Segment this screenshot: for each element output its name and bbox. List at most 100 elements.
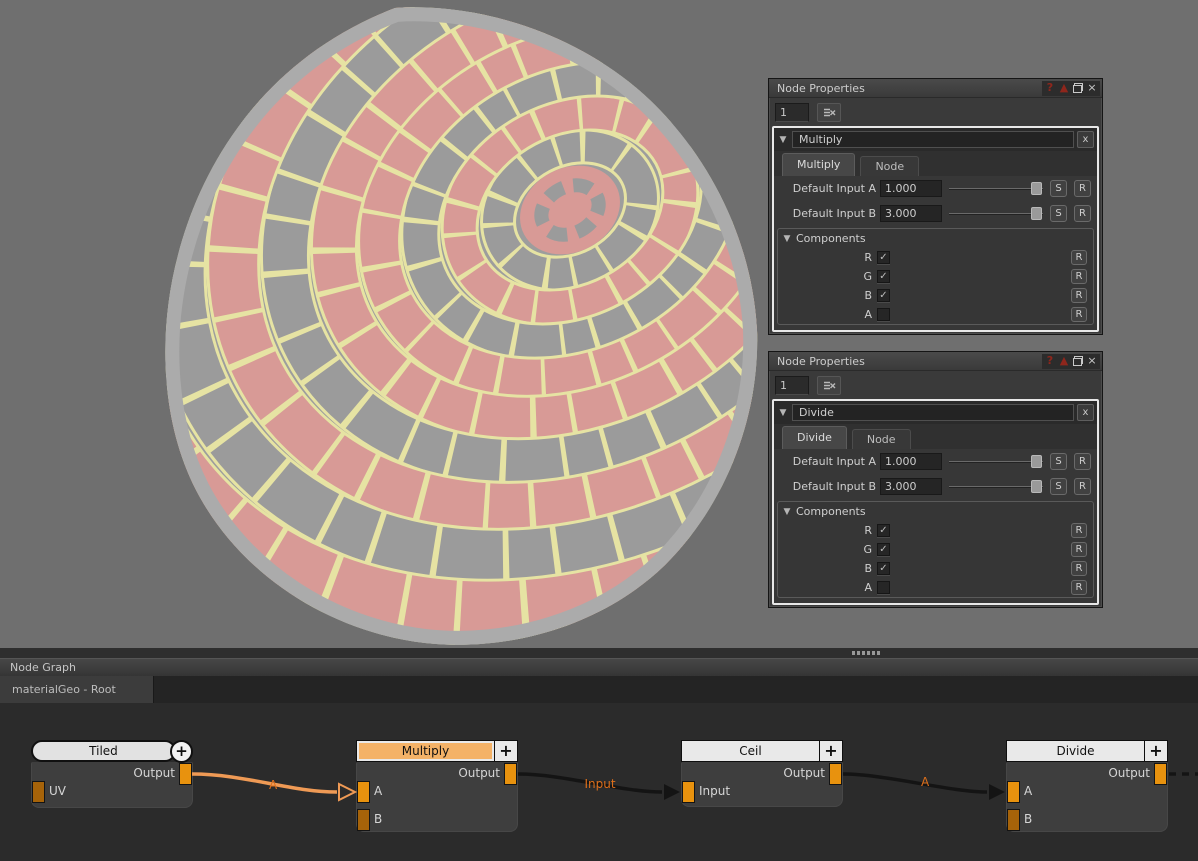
checkbox-g[interactable]: ✓ [877, 543, 890, 556]
node-title[interactable]: Divide [1007, 741, 1144, 761]
checkbox-b[interactable]: ✓ [877, 562, 890, 575]
snap-button[interactable]: S [1050, 478, 1067, 495]
node-graph-canvas[interactable]: Tiled + Output UV Multiply + Output A B … [0, 703, 1198, 861]
restore-icon[interactable] [1071, 354, 1085, 368]
add-input-button[interactable]: + [170, 740, 193, 763]
input-port-b[interactable] [357, 809, 370, 831]
collapse-node-arrow[interactable]: ▼ [774, 135, 792, 145]
reset-button[interactable]: R [1071, 269, 1087, 284]
tab-divide[interactable]: Divide [782, 426, 847, 449]
default-input-b-value[interactable] [880, 205, 942, 222]
checkbox-a[interactable] [877, 581, 890, 594]
output-port[interactable] [179, 763, 192, 785]
wire-tiled-to-multiply[interactable] [192, 774, 337, 792]
graph-node-ceil[interactable]: Ceil + Output Input [681, 740, 843, 807]
checkbox-b[interactable]: ✓ [877, 289, 890, 302]
selection-count-field[interactable] [775, 376, 809, 395]
pin-properties-button[interactable] [817, 103, 841, 122]
graph-node-divide[interactable]: Divide + Output A B [1006, 740, 1168, 832]
add-input-button[interactable]: + [1144, 741, 1167, 761]
slider-handle[interactable] [1031, 182, 1042, 195]
input-port-a[interactable] [1007, 781, 1020, 803]
checkbox-r[interactable]: ✓ [877, 524, 890, 537]
node-name-field[interactable]: Multiply [792, 131, 1074, 148]
pane-splitter[interactable] [0, 648, 1198, 658]
node-title[interactable]: Ceil [682, 741, 819, 761]
collapse-components-arrow[interactable]: ▼ [778, 234, 796, 244]
panel-titlebar[interactable]: Node Properties ? ▲ × [769, 352, 1102, 371]
graph-node-multiply[interactable]: Multiply + Output A B [356, 740, 518, 832]
tab-multiply[interactable]: Multiply [782, 153, 855, 176]
reset-button[interactable]: R [1071, 580, 1087, 595]
reset-button[interactable]: R [1071, 250, 1087, 265]
node-graph-titlebar[interactable]: Node Graph [0, 658, 1198, 676]
default-input-a-slider[interactable] [949, 180, 1043, 197]
input-label: Input [699, 784, 730, 798]
restore-icon[interactable] [1071, 81, 1085, 95]
slider-handle[interactable] [1031, 480, 1042, 493]
input-port-b[interactable] [1007, 809, 1020, 831]
node-graph-tabbar: materialGeo - Root [0, 676, 1198, 703]
reset-button[interactable]: R [1071, 542, 1087, 557]
collapse-node-arrow[interactable]: ▼ [774, 408, 792, 418]
default-input-a-value[interactable] [880, 453, 942, 470]
pin-icon [823, 380, 836, 392]
reset-button[interactable]: R [1074, 478, 1091, 495]
checkbox-a[interactable] [877, 308, 890, 321]
wire-label: Input [584, 777, 615, 791]
wire-ceil-to-divide[interactable] [843, 774, 987, 792]
tab-node[interactable]: Node [852, 429, 911, 449]
node-title[interactable]: Tiled [31, 740, 176, 762]
pin-properties-button[interactable] [817, 376, 841, 395]
node-title[interactable]: Multiply [357, 741, 494, 761]
snap-button[interactable]: S [1050, 180, 1067, 197]
default-input-b-slider[interactable] [949, 205, 1043, 222]
snap-button[interactable]: S [1050, 205, 1067, 222]
output-label: Output [783, 766, 825, 780]
default-input-b-slider[interactable] [949, 478, 1043, 495]
add-input-button[interactable]: + [819, 741, 842, 761]
collapse-components-arrow[interactable]: ▼ [778, 507, 796, 517]
input-port[interactable] [682, 781, 695, 803]
reset-button[interactable]: R [1071, 288, 1087, 303]
output-port[interactable] [504, 763, 517, 785]
selection-count-field[interactable] [775, 103, 809, 122]
component-row-r: R ✓ R [778, 521, 1093, 540]
input-port-uv[interactable] [32, 781, 45, 803]
splitter-grip-icon[interactable] [852, 651, 880, 655]
remove-node-button[interactable]: x [1077, 404, 1094, 421]
help-icon[interactable]: ? [1043, 81, 1057, 95]
default-input-a-slider[interactable] [949, 453, 1043, 470]
reset-button[interactable]: R [1071, 561, 1087, 576]
close-icon[interactable]: × [1085, 81, 1099, 95]
node-name-field[interactable]: Divide [792, 404, 1074, 421]
panel-titlebar[interactable]: Node Properties ? ▲ × [769, 79, 1102, 98]
snap-button[interactable]: S [1050, 453, 1067, 470]
close-icon[interactable]: × [1085, 354, 1099, 368]
help-icon[interactable]: ? [1043, 354, 1057, 368]
tab-materialgeo-root[interactable]: materialGeo - Root [0, 676, 154, 703]
component-row-r: R ✓ R [778, 248, 1093, 267]
default-input-b-value[interactable] [880, 478, 942, 495]
reset-button[interactable]: R [1074, 453, 1091, 470]
input-port-a[interactable] [357, 781, 370, 803]
tab-node[interactable]: Node [860, 156, 919, 176]
collapse-icon[interactable]: ▲ [1057, 354, 1071, 368]
wire-multiply-to-ceil[interactable] [518, 774, 662, 792]
reset-button[interactable]: R [1071, 307, 1087, 322]
reset-button[interactable]: R [1074, 180, 1091, 197]
slider-handle[interactable] [1031, 455, 1042, 468]
reset-button[interactable]: R [1071, 523, 1087, 538]
output-port[interactable] [829, 763, 842, 785]
checkbox-r[interactable]: ✓ [877, 251, 890, 264]
collapse-icon[interactable]: ▲ [1057, 81, 1071, 95]
checkbox-g[interactable]: ✓ [877, 270, 890, 283]
output-port[interactable] [1154, 763, 1167, 785]
slider-handle[interactable] [1031, 207, 1042, 220]
add-input-button[interactable]: + [494, 741, 517, 761]
output-label: Output [133, 766, 175, 780]
graph-node-tiled[interactable]: Tiled + Output UV [31, 740, 193, 808]
default-input-a-value[interactable] [880, 180, 942, 197]
reset-button[interactable]: R [1074, 205, 1091, 222]
remove-node-button[interactable]: x [1077, 131, 1094, 148]
